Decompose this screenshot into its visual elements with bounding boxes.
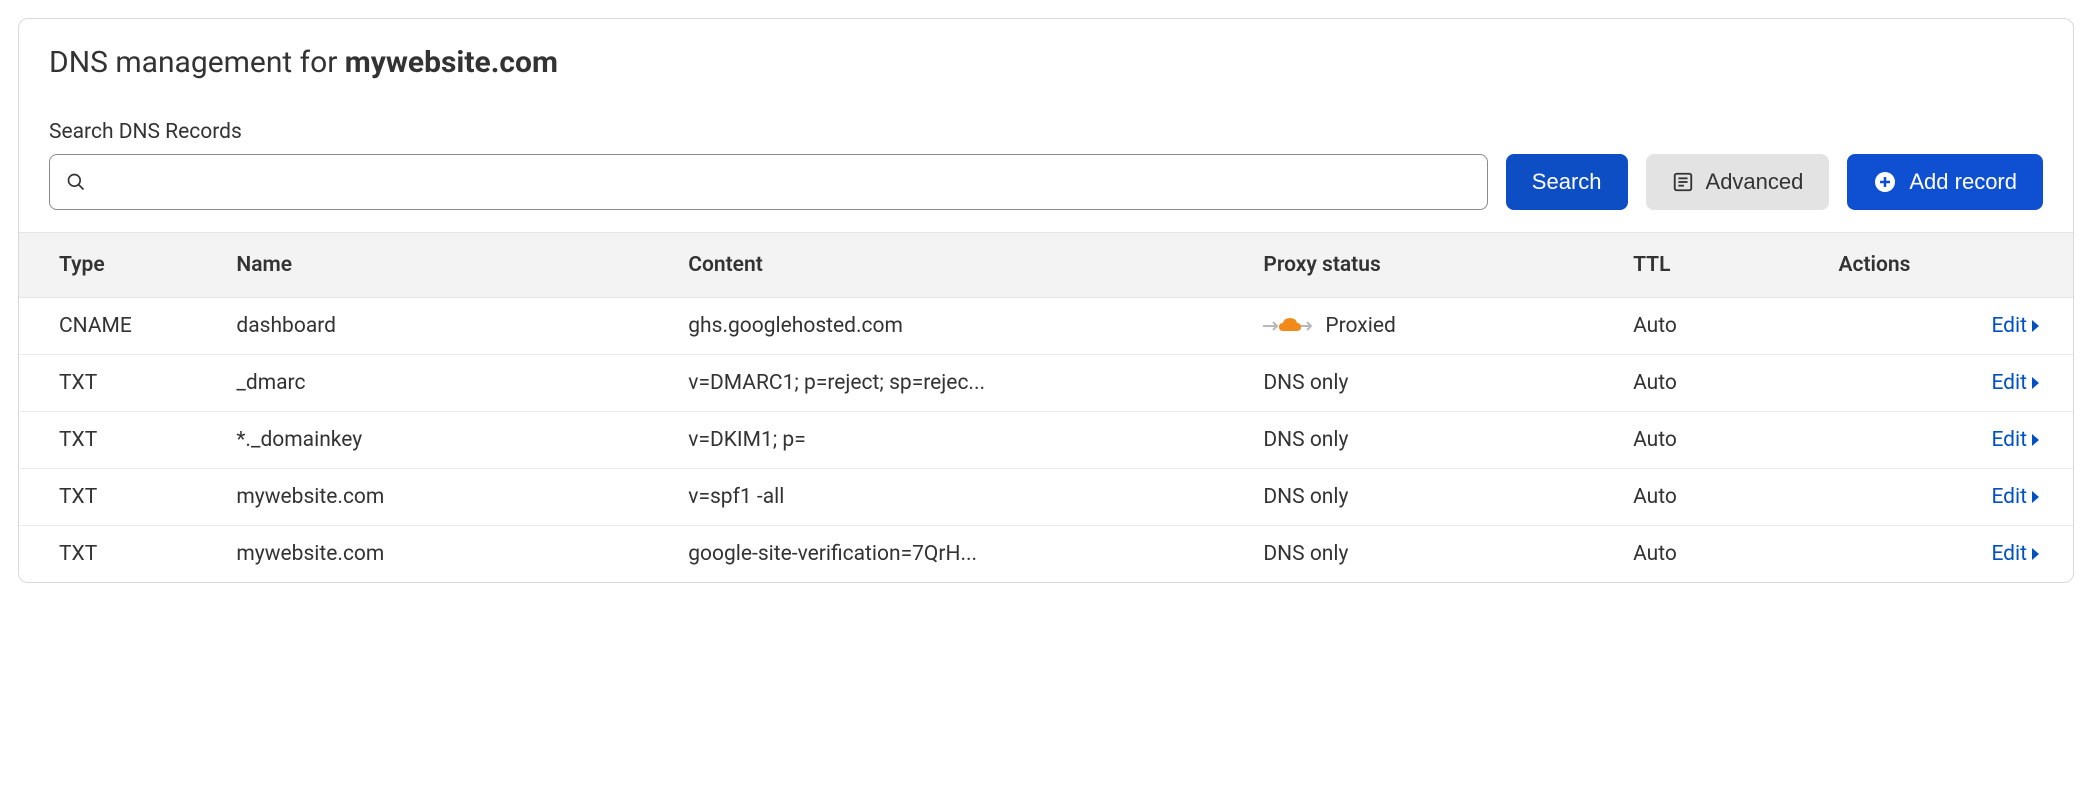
- add-record-button[interactable]: Add record: [1847, 154, 2043, 210]
- cell-type: TXT: [19, 412, 224, 469]
- edit-button[interactable]: Edit: [1991, 314, 2043, 338]
- cell-ttl: Auto: [1621, 298, 1826, 355]
- cell-proxy: DNS only: [1251, 412, 1621, 469]
- search-box[interactable]: [49, 154, 1488, 210]
- cell-name: dashboard: [224, 298, 676, 355]
- dns-panel: DNS management for mywebsite.com Search …: [18, 18, 2074, 583]
- add-record-label: Add record: [1909, 169, 2017, 195]
- cell-proxy: DNS only: [1251, 355, 1621, 412]
- cell-name: mywebsite.com: [224, 469, 676, 526]
- table-row: TXT_dmarcv=DMARC1; p=reject; sp=rejec...…: [19, 355, 2073, 412]
- cell-proxy: DNS only: [1251, 526, 1621, 583]
- caret-right-icon: [2029, 490, 2043, 504]
- th-name: Name: [224, 233, 676, 298]
- table-row: TXTmywebsite.comv=spf1 -all DNS only Auto E…: [19, 469, 2073, 526]
- proxy-status-text: DNS only: [1263, 371, 1348, 395]
- cell-type: TXT: [19, 469, 224, 526]
- cell-content: google-site-verification=7QrH...: [676, 526, 1251, 583]
- caret-right-icon: [2029, 547, 2043, 561]
- title-domain: mywebsite.com: [345, 45, 558, 80]
- controls-row: Search Advanced: [49, 154, 2043, 210]
- table-row: CNAMEdashboardghs.googlehosted.com Proxie…: [19, 298, 2073, 355]
- proxy-status-text: Proxied: [1325, 314, 1395, 338]
- cell-content: ghs.googlehosted.com: [676, 298, 1251, 355]
- edit-button[interactable]: Edit: [1991, 542, 2043, 566]
- cell-type: CNAME: [19, 298, 224, 355]
- th-actions: Actions: [1826, 233, 2073, 298]
- cell-content: v=DKIM1; p=: [676, 412, 1251, 469]
- cell-actions: Edit: [1826, 469, 2073, 526]
- cell-actions: Edit: [1826, 526, 2073, 583]
- cell-name: *._domainkey: [224, 412, 676, 469]
- edit-label: Edit: [1991, 314, 2027, 338]
- cell-actions: Edit: [1826, 355, 2073, 412]
- advanced-label: Advanced: [1706, 169, 1804, 195]
- cell-ttl: Auto: [1621, 526, 1826, 583]
- cell-actions: Edit: [1826, 412, 2073, 469]
- cell-name: _dmarc: [224, 355, 676, 412]
- th-type: Type: [19, 233, 224, 298]
- list-icon: [1672, 171, 1694, 193]
- plus-circle-icon: [1873, 170, 1897, 194]
- edit-button[interactable]: Edit: [1991, 428, 2043, 452]
- table-row: TXT*._domainkeyv=DKIM1; p= DNS only Auto Ed…: [19, 412, 2073, 469]
- proxy-status-text: DNS only: [1263, 542, 1348, 566]
- proxy-status-text: DNS only: [1263, 485, 1348, 509]
- caret-right-icon: [2029, 433, 2043, 447]
- th-proxy: Proxy status: [1251, 233, 1621, 298]
- cell-ttl: Auto: [1621, 355, 1826, 412]
- search-icon: [66, 172, 86, 192]
- cell-content: v=DMARC1; p=reject; sp=rejec...: [676, 355, 1251, 412]
- caret-right-icon: [2029, 376, 2043, 390]
- page-title: DNS management for mywebsite.com: [49, 45, 2043, 80]
- proxy-status-text: DNS only: [1263, 428, 1348, 452]
- advanced-button[interactable]: Advanced: [1646, 154, 1830, 210]
- edit-button[interactable]: Edit: [1991, 371, 2043, 395]
- search-input[interactable]: [98, 170, 1471, 195]
- cell-proxy: Proxied: [1251, 298, 1621, 355]
- cloud-proxied-icon: [1263, 314, 1313, 338]
- edit-label: Edit: [1991, 542, 2027, 566]
- search-button[interactable]: Search: [1506, 154, 1628, 210]
- edit-label: Edit: [1991, 371, 2027, 395]
- dns-table: Type Name Content Proxy status TTL Actio…: [19, 232, 2073, 582]
- cell-ttl: Auto: [1621, 469, 1826, 526]
- cell-actions: Edit: [1826, 298, 2073, 355]
- caret-right-icon: [2029, 319, 2043, 333]
- cell-type: TXT: [19, 355, 224, 412]
- cell-type: TXT: [19, 526, 224, 583]
- cell-proxy: DNS only: [1251, 469, 1621, 526]
- edit-button[interactable]: Edit: [1991, 485, 2043, 509]
- edit-label: Edit: [1991, 485, 2027, 509]
- cell-content: v=spf1 -all: [676, 469, 1251, 526]
- edit-label: Edit: [1991, 428, 2027, 452]
- th-content: Content: [676, 233, 1251, 298]
- cell-ttl: Auto: [1621, 412, 1826, 469]
- title-prefix: DNS management for: [49, 45, 345, 80]
- table-row: TXTmywebsite.comgoogle-site-verification…: [19, 526, 2073, 583]
- search-label: Search DNS Records: [49, 120, 2043, 144]
- th-ttl: TTL: [1621, 233, 1826, 298]
- cell-name: mywebsite.com: [224, 526, 676, 583]
